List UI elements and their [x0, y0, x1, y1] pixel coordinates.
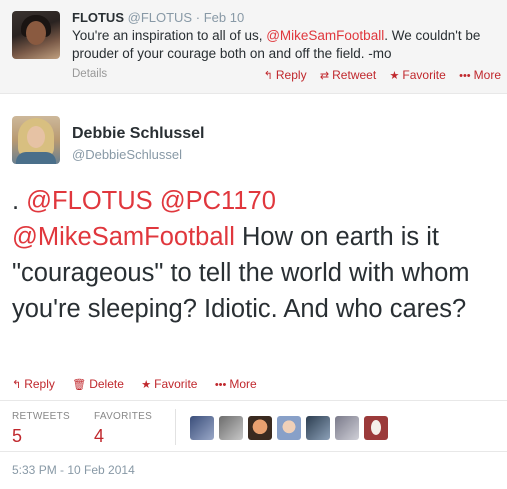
- favoriter-avatar[interactable]: [190, 416, 214, 440]
- tweet-timestamp[interactable]: 5:33 PM - 10 Feb 2014: [12, 463, 135, 477]
- ellipsis-icon: •••: [459, 70, 471, 82]
- author-handle[interactable]: @DebbieSchlussel: [72, 147, 182, 162]
- trash-icon: 🗑︎: [72, 379, 87, 391]
- details-link[interactable]: Details: [72, 68, 107, 80]
- parent-tweet-text: You're an inspiration to all of us, @Mik…: [72, 27, 497, 63]
- retweets-count: 5: [12, 426, 23, 446]
- star-icon: ★: [389, 70, 400, 82]
- author-name[interactable]: Debbie Schlussel: [72, 125, 205, 143]
- tweet-text-lead: .: [12, 187, 27, 215]
- parent-more-label: More: [473, 68, 501, 82]
- favorites-stat[interactable]: FAVORITES 4: [94, 411, 152, 447]
- mention-mikesamfootball[interactable]: @MikeSamFootball: [12, 223, 235, 251]
- parent-text-before: You're an inspiration to all of us,: [72, 28, 267, 43]
- parent-retweet-label: Retweet: [332, 68, 377, 82]
- reply-arrow-icon: ↰: [263, 70, 273, 82]
- parent-tweet-header: FLOTUS @FLOTUS · Feb 10: [72, 10, 244, 25]
- delete-label: Delete: [89, 377, 124, 391]
- more-button[interactable]: ••• More: [215, 377, 257, 391]
- favorite-label: Favorite: [154, 377, 198, 391]
- parent-favorite-label: Favorite: [402, 68, 446, 82]
- parent-reply-label: Reply: [275, 68, 307, 82]
- favorites-count: 4: [94, 426, 105, 446]
- favoriter-avatar[interactable]: [248, 416, 272, 440]
- reply-label: Reply: [24, 377, 55, 391]
- favoriter-avatar[interactable]: [219, 416, 243, 440]
- delete-button[interactable]: 🗑︎ Delete: [72, 377, 124, 391]
- parent-reply-button[interactable]: ↰ Reply: [264, 68, 307, 82]
- star-icon: ★: [141, 379, 152, 391]
- parent-more-button[interactable]: ••• More: [459, 68, 501, 82]
- reply-arrow-icon: ↰: [12, 379, 22, 391]
- stats-divider: [175, 409, 176, 445]
- tweet-actions: ↰ Reply 🗑︎ Delete ★ Favorite ••• More: [12, 377, 271, 391]
- parent-author-handle[interactable]: @FLOTUS: [128, 10, 192, 25]
- retweets-label: RETWEETS: [12, 411, 70, 422]
- tweet-stats: RETWEETS 5 FAVORITES 4: [0, 400, 507, 452]
- favorite-button[interactable]: ★ Favorite: [141, 377, 197, 391]
- parent-retweet-button[interactable]: ⇄ Retweet: [320, 68, 376, 82]
- parent-tweet: FLOTUS @FLOTUS · Feb 10 You're an inspir…: [0, 0, 507, 94]
- more-label: More: [229, 377, 257, 391]
- mention-pc1170[interactable]: @PC1170: [160, 187, 276, 215]
- retweets-stat[interactable]: RETWEETS 5: [12, 411, 70, 447]
- debbie-avatar[interactable]: [12, 116, 60, 164]
- favoriters-avatars: [190, 416, 393, 440]
- parent-time-separator: ·: [195, 10, 201, 25]
- reply-button[interactable]: ↰ Reply: [12, 377, 55, 391]
- tweet-text: . @FLOTUS @PC1170 @MikeSamFootball How o…: [12, 183, 502, 327]
- parent-mention-link[interactable]: @MikeSamFootball: [266, 28, 384, 43]
- favoriter-avatar[interactable]: [306, 416, 330, 440]
- mention-flotus[interactable]: @FLOTUS: [26, 187, 152, 215]
- parent-author-name[interactable]: FLOTUS: [72, 10, 124, 25]
- retweet-icon: ⇄: [319, 70, 330, 82]
- favoriter-avatar[interactable]: [335, 416, 359, 440]
- parent-favorite-button[interactable]: ★ Favorite: [390, 68, 446, 82]
- favoriter-avatar[interactable]: [277, 416, 301, 440]
- flotus-avatar[interactable]: [12, 11, 60, 59]
- parent-tweet-time[interactable]: Feb 10: [204, 10, 244, 25]
- favoriter-avatar[interactable]: [364, 416, 388, 440]
- parent-tweet-actions: ↰ Reply ⇄ Retweet ★ Favorite ••• More: [254, 68, 501, 82]
- favorites-label: FAVORITES: [94, 411, 153, 422]
- ellipsis-icon: •••: [214, 379, 227, 391]
